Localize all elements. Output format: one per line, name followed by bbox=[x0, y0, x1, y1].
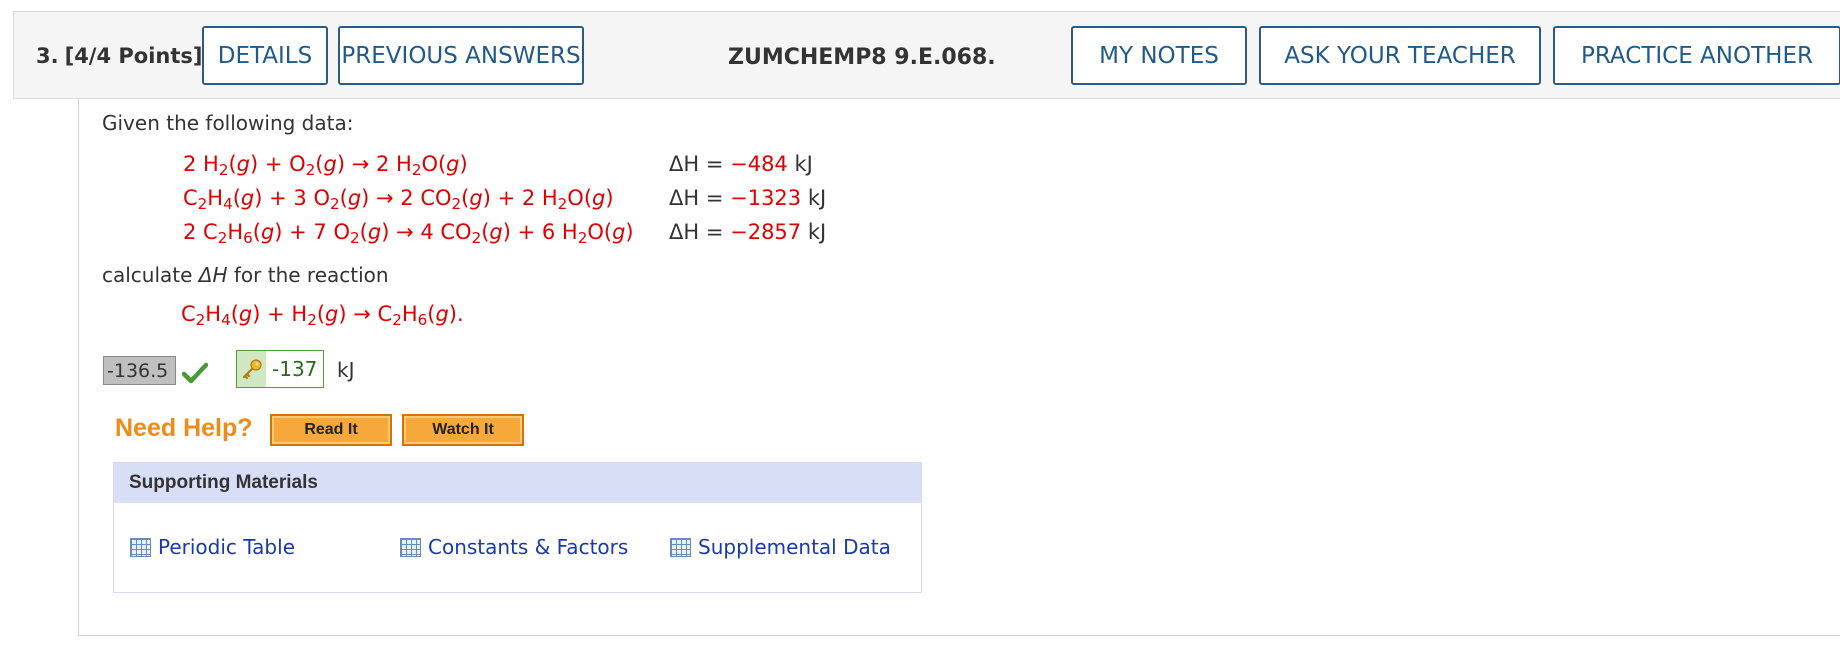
key-icon bbox=[237, 351, 266, 387]
reaction-2: C2H4(g) + 3 O2(g) → 2 CO2(g) + 2 H2O(g) bbox=[183, 186, 614, 213]
supporting-materials-title: Supporting Materials bbox=[114, 463, 921, 503]
correct-check-icon bbox=[182, 362, 208, 384]
answer-unit: kJ bbox=[337, 358, 355, 382]
question-header: 3. [4/4 Points] DETAILS PREVIOUS ANSWERS … bbox=[13, 11, 1840, 99]
question-code: ZUMCHEMP8 9.E.068. bbox=[728, 45, 996, 70]
enthalpy-value: −2857 bbox=[730, 220, 802, 244]
question-number: 3. [4/4 Points] bbox=[36, 44, 203, 68]
answer-key: -137 bbox=[236, 350, 324, 388]
question-index: 3. bbox=[36, 44, 59, 68]
calculate-prefix: calculate bbox=[102, 263, 199, 287]
ask-teacher-button[interactable]: ASK YOUR TEACHER bbox=[1259, 26, 1541, 85]
supporting-materials-panel: Supporting Materials Periodic Table Cons… bbox=[113, 462, 922, 593]
calculate-dh: ΔH bbox=[198, 263, 228, 287]
need-help-label: Need Help? bbox=[115, 414, 253, 442]
enthalpy-value: −484 bbox=[730, 152, 788, 176]
link-label: Periodic Table bbox=[158, 535, 295, 559]
enthalpy-2: ΔH = −1323 kJ bbox=[669, 186, 826, 210]
table-icon bbox=[130, 537, 151, 557]
periodic-table-link[interactable]: Periodic Table bbox=[130, 535, 295, 559]
enthalpy-value: −1323 bbox=[730, 186, 802, 210]
enthalpy-label: ΔH = bbox=[669, 152, 731, 176]
details-button[interactable]: DETAILS bbox=[202, 26, 328, 85]
question-body: Given the following data: 2 H2(g) + O2(g… bbox=[78, 99, 1840, 636]
my-notes-button[interactable]: MY NOTES bbox=[1071, 26, 1247, 85]
calculate-text: calculate ΔH for the reaction bbox=[102, 263, 389, 287]
previous-answers-button[interactable]: PREVIOUS ANSWERS bbox=[338, 26, 584, 85]
read-it-button[interactable]: Read It bbox=[270, 414, 392, 446]
enthalpy-1: ΔH = −484 kJ bbox=[669, 152, 813, 176]
link-label: Constants & Factors bbox=[428, 535, 629, 559]
enthalpy-unit: kJ bbox=[807, 220, 827, 244]
practice-another-button[interactable]: PRACTICE ANOTHER bbox=[1553, 26, 1840, 85]
reaction-1: 2 H2(g) + O2(g) → 2 H2O(g) bbox=[183, 152, 468, 179]
points-label: [4/4 Points] bbox=[64, 44, 203, 68]
given-data-text: Given the following data: bbox=[102, 111, 354, 135]
table-icon bbox=[400, 537, 421, 557]
key-value: -137 bbox=[272, 357, 318, 381]
enthalpy-unit: kJ bbox=[794, 152, 813, 176]
enthalpy-unit: kJ bbox=[807, 186, 827, 210]
enthalpy-3: ΔH = −2857 kJ bbox=[669, 220, 826, 244]
target-reaction: C2H4(g) + H2(g) → C2H6(g). bbox=[181, 302, 464, 329]
reaction-3: 2 C2H6(g) + 7 O2(g) → 4 CO2(g) + 6 H2O(g… bbox=[183, 220, 634, 247]
calculate-suffix: for the reaction bbox=[227, 263, 389, 287]
link-label: Supplemental Data bbox=[698, 535, 891, 559]
watch-it-button[interactable]: Watch It bbox=[402, 414, 524, 446]
table-icon bbox=[670, 537, 691, 557]
enthalpy-label: ΔH = bbox=[669, 186, 731, 210]
constants-factors-link[interactable]: Constants & Factors bbox=[400, 535, 628, 559]
enthalpy-label: ΔH = bbox=[669, 220, 731, 244]
supplemental-data-link[interactable]: Supplemental Data bbox=[670, 535, 891, 559]
submitted-answer-field[interactable]: -136.5 bbox=[103, 356, 176, 385]
